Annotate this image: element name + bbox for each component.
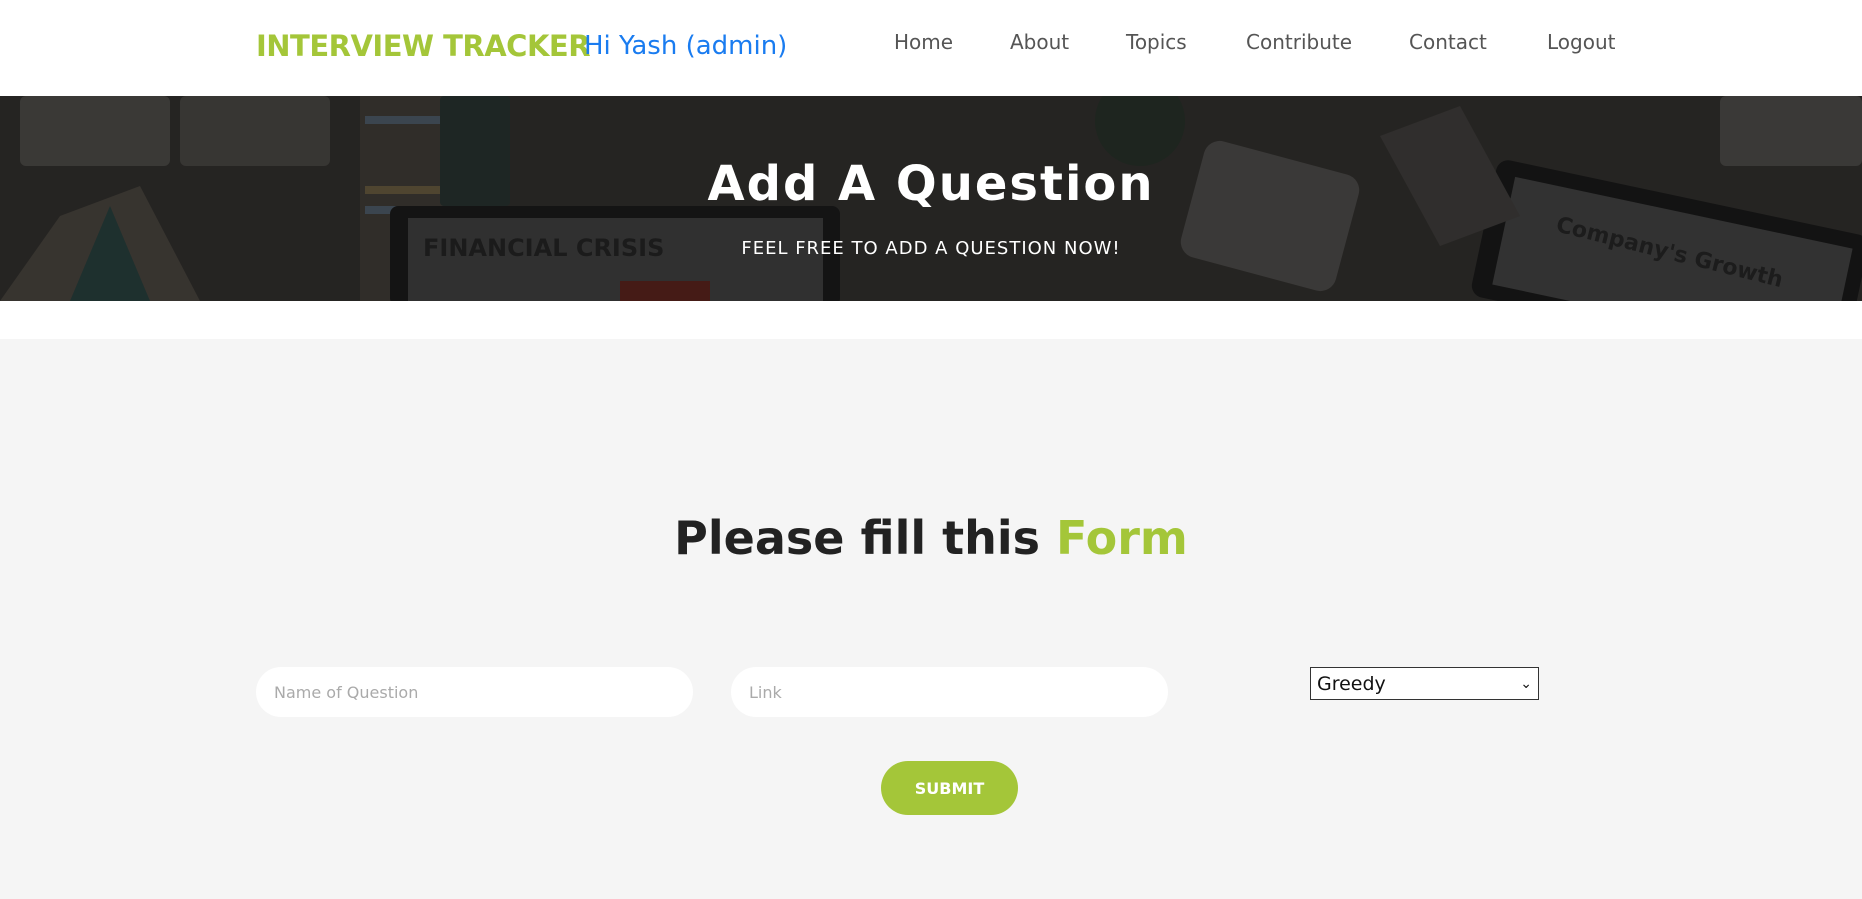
topic-select-value: Greedy bbox=[1317, 672, 1386, 695]
question-name-input[interactable] bbox=[256, 667, 693, 717]
nav-contribute[interactable]: Contribute bbox=[1246, 30, 1352, 54]
nav-home[interactable]: Home bbox=[894, 30, 953, 54]
page-title: Add A Question bbox=[707, 156, 1155, 212]
topic-select[interactable]: Greedy ⌄ bbox=[1310, 667, 1539, 700]
chevron-down-icon: ⌄ bbox=[1520, 675, 1532, 692]
brand-logo[interactable]: INTERVIEW TRACKER bbox=[256, 29, 591, 63]
nav-contact[interactable]: Contact bbox=[1409, 30, 1487, 54]
hero-banner: FINANCIAL CRISIS Company's Growth Add A … bbox=[0, 96, 1862, 301]
form-heading-accent: Form bbox=[1056, 511, 1188, 565]
navbar: INTERVIEW TRACKER Hi Yash (admin) Home A… bbox=[0, 0, 1862, 96]
question-link-input[interactable] bbox=[731, 667, 1168, 717]
form-heading: Please fill this Form bbox=[0, 511, 1862, 565]
nav-logout[interactable]: Logout bbox=[1547, 30, 1615, 54]
form-heading-main: Please fill this bbox=[674, 511, 1041, 565]
nav-about[interactable]: About bbox=[1010, 30, 1069, 54]
section-divider bbox=[0, 301, 1862, 339]
user-greeting: Hi Yash (admin) bbox=[584, 31, 788, 61]
question-form-section: Please fill this Form Greedy ⌄ SUBMIT bbox=[0, 339, 1862, 899]
submit-button[interactable]: SUBMIT bbox=[881, 761, 1018, 815]
page-subtitle: FEEL FREE TO ADD A QUESTION NOW! bbox=[741, 238, 1121, 259]
nav-topics[interactable]: Topics bbox=[1126, 30, 1187, 54]
